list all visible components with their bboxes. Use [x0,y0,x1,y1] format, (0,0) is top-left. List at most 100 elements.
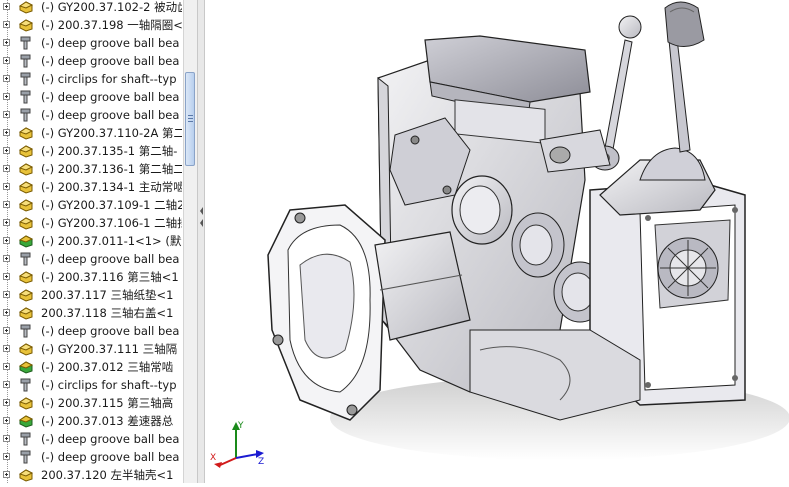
y-axis-label: Y [237,421,244,431]
part-icon [18,396,34,410]
expand-toggle-icon[interactable] [3,219,10,226]
part-icon [18,126,34,140]
toolbox-part-icon [18,432,34,446]
z-axis-arrow [235,453,259,459]
expand-toggle-icon[interactable] [3,345,10,352]
toolbox-part-icon [18,252,34,266]
panel-splitter[interactable] [197,0,205,483]
part-icon [18,288,34,302]
expand-toggle-icon[interactable] [3,75,10,82]
part-icon [18,216,34,230]
tree-item-label: (-) deep groove ball bea [41,450,180,464]
tree-item-label: (-) circlips for shaft--typ [41,378,177,392]
tree-item[interactable]: (-) circlips for shaft--typ [0,70,182,88]
tree-item[interactable]: (-) GY200.37.111 三轴隔 [0,340,182,358]
tree-item[interactable]: (-) 200.37.136-1 第二轴二 [0,160,182,178]
part-icon [18,468,34,482]
toolbox-part-icon [18,72,34,86]
tree-item[interactable]: (-) GY200.37.106-1 二轴挡 [0,214,182,232]
expand-toggle-icon[interactable] [3,417,10,424]
tree-item-label: (-) 200.37.198 一轴隔圈< [41,18,182,32]
expand-toggle-icon[interactable] [3,273,10,280]
toolbox-part-icon [18,324,34,338]
coordinate-triad: Y Z X [208,420,268,470]
tree-item[interactable]: 200.37.118 三轴右盖<1 [0,304,182,322]
tree-item[interactable]: (-) deep groove ball bea [0,106,182,124]
z-axis-label: Z [258,457,264,467]
tree-item[interactable]: (-) deep groove ball bea [0,430,182,448]
feature-tree-panel: (-) GY200.37.102-2 被动齿 (-) 200.37.198 一轴隔… [0,0,182,483]
graphics-viewport[interactable] [205,0,789,483]
expand-toggle-icon[interactable] [3,57,10,64]
tree-item[interactable]: (-) deep groove ball bea [0,448,182,466]
expand-toggle-icon[interactable] [3,21,10,28]
expand-toggle-icon[interactable] [3,327,10,334]
expand-toggle-icon[interactable] [3,201,10,208]
expand-toggle-icon[interactable] [3,147,10,154]
tree-item[interactable]: (-) deep groove ball bea [0,34,182,52]
x-axis-label: X [210,453,216,463]
tree-item[interactable]: (-) 200.37.011-1<1> (默认 [0,232,182,250]
tree-item-label: (-) GY200.37.110-2A 第二 [41,126,182,140]
expand-toggle-icon[interactable] [3,435,10,442]
part-icon [18,180,34,194]
tree-item-label: (-) GY200.37.109-1 二轴2 [41,198,182,212]
expand-toggle-icon[interactable] [3,363,10,370]
expand-toggle-icon[interactable] [3,165,10,172]
tree-item[interactable]: (-) GY200.37.110-2A 第二 [0,124,182,142]
tree-item[interactable]: (-) 200.37.012 三轴常啮 [0,358,182,376]
expand-toggle-icon[interactable] [3,309,10,316]
tree-item-label: 200.37.118 三轴右盖<1 [41,306,174,320]
tree-item-label: (-) deep groove ball bea [41,432,180,446]
expand-toggle-icon[interactable] [3,453,10,460]
part-icon [18,18,34,32]
tree-item[interactable]: 200.37.117 三轴纸垫<1 [0,286,182,304]
tree-item[interactable]: (-) deep groove ball bea [0,250,182,268]
tree-item-label: 200.37.120 左半轴壳<1 [41,468,174,482]
tree-item-label: (-) GY200.37.102-2 被动齿 [41,0,182,14]
tree-item-label: (-) 200.37.115 第三轴高 [41,396,174,410]
tree-item-label: (-) deep groove ball bea [41,36,180,50]
expand-toggle-icon[interactable] [3,399,10,406]
toolbox-part-icon [18,54,34,68]
part-icon [18,270,34,284]
tree-item[interactable]: (-) 200.37.115 第三轴高 [0,394,182,412]
tree-item[interactable]: (-) 200.37.013 差速器总 [0,412,182,430]
tree-item[interactable]: (-) deep groove ball bea [0,322,182,340]
expand-toggle-icon[interactable] [3,93,10,100]
tree-item[interactable]: (-) GY200.37.102-2 被动齿 [0,0,182,16]
expand-toggle-icon[interactable] [3,39,10,46]
tree-item[interactable]: (-) 200.37.198 一轴隔圈< [0,16,182,34]
tree-item-label: 200.37.117 三轴纸垫<1 [41,288,174,302]
expand-toggle-icon[interactable] [3,129,10,136]
toolbox-part-icon [18,90,34,104]
tree-item-label: (-) circlips for shaft--typ [41,72,177,86]
tree-item[interactable]: (-) deep groove ball bea [0,52,182,70]
tree-scrollbar-thumb[interactable] [185,72,195,166]
expand-toggle-icon[interactable] [3,381,10,388]
tree-item[interactable]: (-) deep groove ball bea [0,88,182,106]
tree-item[interactable]: (-) 200.37.116 第三轴<1 [0,268,182,286]
tree-item[interactable]: (-) 200.37.135-1 第二轴- [0,142,182,160]
part-icon [18,198,34,212]
tree-item[interactable]: (-) 200.37.134-1 主动常啮 [0,178,182,196]
expand-toggle-icon[interactable] [3,111,10,118]
expand-toggle-icon[interactable] [3,3,10,10]
tree-item-label: (-) deep groove ball bea [41,252,180,266]
tree-item[interactable]: (-) circlips for shaft--typ [0,376,182,394]
expand-toggle-icon[interactable] [3,255,10,262]
tree-item-label: (-) deep groove ball bea [41,54,180,68]
expand-toggle-icon[interactable] [3,237,10,244]
part-icon [18,342,34,356]
subassembly-icon [18,414,34,428]
expand-toggle-icon[interactable] [3,183,10,190]
tree-item[interactable]: (-) GY200.37.109-1 二轴2 [0,196,182,214]
tree-item[interactable]: 200.37.120 左半轴壳<1 [0,466,182,483]
part-icon [18,0,34,14]
expand-toggle-icon[interactable] [3,291,10,298]
expand-toggle-icon[interactable] [3,471,10,478]
toolbox-part-icon [18,450,34,464]
subassembly-icon [18,360,34,374]
gearbox-model[interactable] [205,0,789,483]
tree-item-label: (-) 200.37.134-1 主动常啮 [41,180,182,194]
